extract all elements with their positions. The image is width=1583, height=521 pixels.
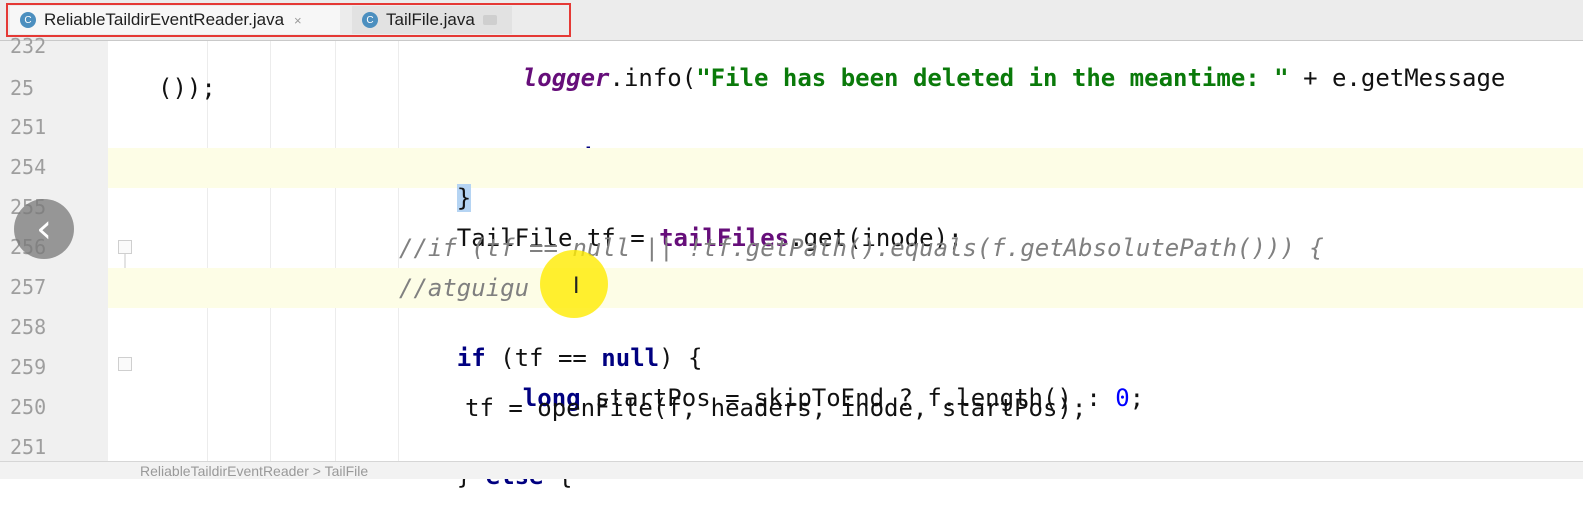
- code-line-254[interactable]: }: [108, 148, 1583, 212]
- code-line-232[interactable]: logger.info("File has been deleted in th…: [108, 30, 1583, 92]
- back-arrow-icon[interactable]: ‹: [14, 199, 74, 259]
- line-number: 259: [10, 355, 47, 379]
- code-line-259[interactable]: long startPos = skipToEnd ? f.length() :…: [108, 350, 1583, 412]
- code-line-wrapped[interactable]: ());: [108, 70, 1583, 110]
- breadcrumb-bar: ReliableTaildirEventReader > TailFile: [0, 461, 1583, 479]
- tab-label: TailFile.java: [386, 10, 475, 29]
- tab-label: ReliableTaildirEventReader.java: [44, 10, 285, 29]
- java-class-icon: C: [20, 12, 36, 28]
- breadcrumb[interactable]: ReliableTaildirEventReader > TailFile: [140, 463, 368, 479]
- tab-close-icon[interactable]: [482, 15, 497, 25]
- code-line-256[interactable]: //if (tf == null || !tf.getPath().equals…: [108, 230, 1583, 270]
- line-number: 251: [10, 115, 47, 139]
- line-number: 232: [10, 34, 47, 58]
- line-number: 257: [10, 275, 47, 299]
- line-number: 254: [10, 155, 47, 179]
- java-class-icon: C: [362, 12, 378, 28]
- line-number: 250: [10, 395, 47, 419]
- code-line-258[interactable]: if (tf == null) {: [108, 310, 1583, 372]
- line-number: 25: [10, 76, 35, 100]
- text-cursor-icon: I: [573, 274, 580, 299]
- code-comment: //atguigu: [399, 274, 530, 302]
- code-line-255[interactable]: TailFile tf = tailFiles.get(inode);: [108, 190, 1583, 252]
- code-line-260[interactable]: tf = openFile(f, headers, inode, startPo…: [108, 390, 1583, 430]
- code-line-251[interactable]: continue;: [108, 110, 1583, 172]
- code-comment: //if (tf == null || !tf.getPath().equals…: [399, 234, 1324, 262]
- close-icon[interactable]: ×: [294, 13, 302, 28]
- line-number: 258: [10, 315, 47, 339]
- line-number: 251: [10, 435, 47, 459]
- code-line-257[interactable]: //atguigu: [108, 268, 1583, 308]
